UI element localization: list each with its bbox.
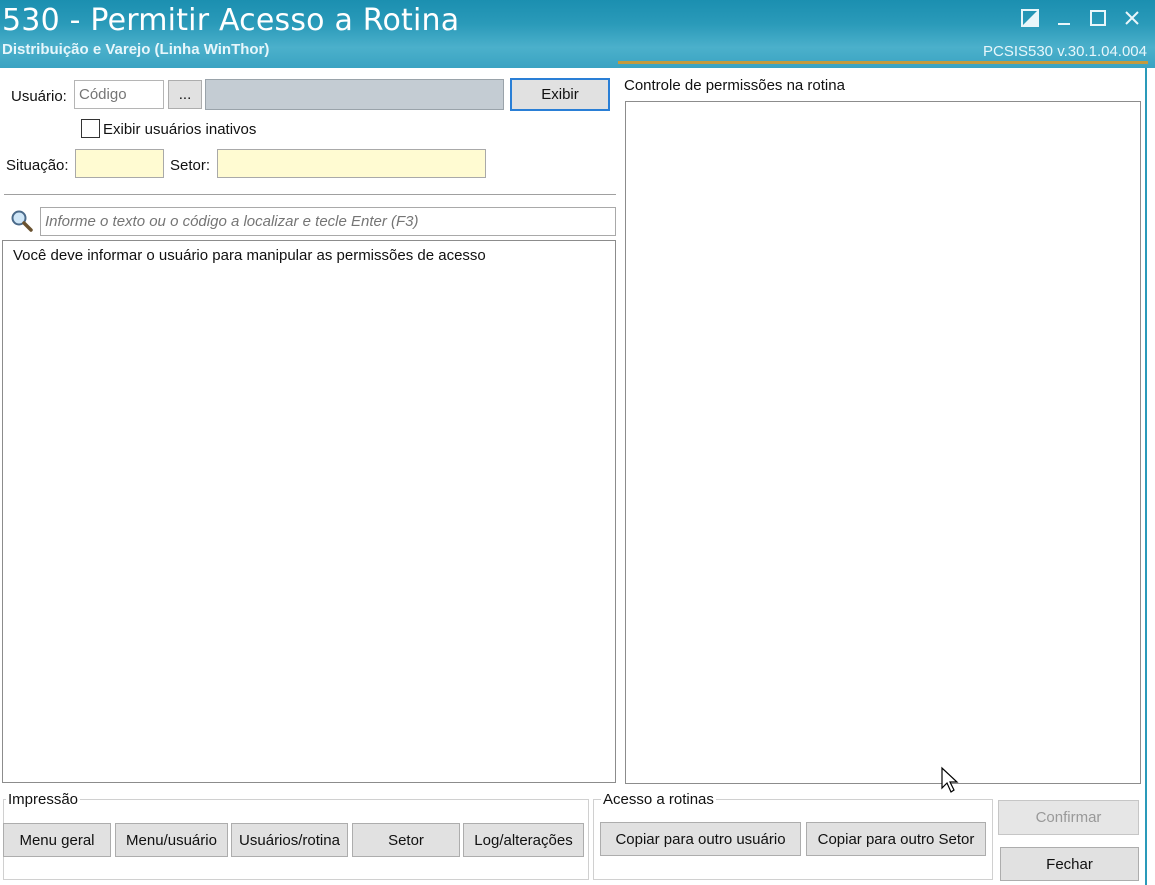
menu-geral-button[interactable]: Menu geral [3,823,111,857]
permissions-panel[interactable] [625,101,1141,784]
title-bar: 530 - Permitir Acesso a Rotina Distribui… [0,0,1155,68]
permissions-title: Controle de permissões na rotina [624,77,845,94]
situacao-label: Situação: [6,157,69,174]
menu-usuario-button[interactable]: Menu/usuário [115,823,228,857]
usuario-label: Usuário: [11,88,67,105]
browse-user-button[interactable]: ... [168,80,202,109]
exibir-label: Exibir [541,86,579,103]
usuarios-rotina-button[interactable]: Usuários/rotina [231,823,348,857]
close-icon[interactable] [1120,6,1144,30]
setor-label: Setor: [170,157,211,174]
user-code-input[interactable] [74,80,164,109]
exibir-button[interactable]: Exibir [510,78,610,111]
routine-list-message: Você deve informar o usuário para manipu… [13,247,486,264]
minimize-icon[interactable] [1052,6,1076,30]
fechar-button[interactable]: Fechar [1000,847,1139,881]
inactive-users-label: Exibir usuários inativos [103,121,257,138]
routine-list-panel[interactable]: Você deve informar o usuário para manipu… [2,240,616,783]
mouse-cursor-icon [940,766,962,796]
inactive-users-checkbox[interactable] [81,119,100,138]
version-label: PCSIS530 v.30.1.04.004 [982,43,1147,60]
confirmar-button[interactable]: Confirmar [998,800,1139,835]
section-divider [4,194,616,196]
situacao-field[interactable] [75,149,164,178]
copy-to-sector-button[interactable]: Copiar para outro Setor [806,822,986,856]
restore-icon[interactable] [1018,6,1042,30]
title-accent-line [618,61,1148,64]
window-title: 530 - Permitir Acesso a Rotina [2,3,460,38]
search-icon [10,209,34,233]
search-input[interactable] [40,207,616,236]
log-alteracoes-button[interactable]: Log/alterações [463,823,584,857]
acesso-rotinas-label: Acesso a rotinas [601,791,716,808]
maximize-icon[interactable] [1086,6,1110,30]
window-subtitle: Distribuição e Varejo (Linha WinThor) [2,41,270,58]
impressao-label: Impressão [6,791,81,808]
setor-button[interactable]: Setor [352,823,460,857]
setor-field[interactable] [217,149,486,178]
copy-to-user-button[interactable]: Copiar para outro usuário [600,822,801,856]
user-name-field [205,79,504,110]
